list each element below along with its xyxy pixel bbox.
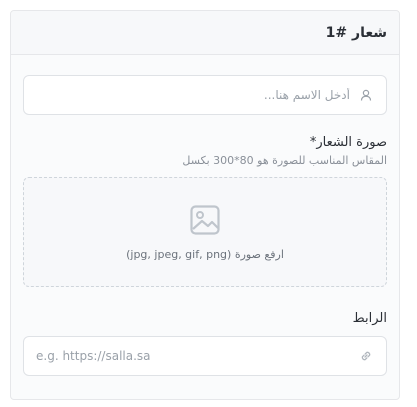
card-title: شعار #1 — [325, 24, 387, 41]
logo-upload-dropzone[interactable]: ارفع صورة (jpg, jpeg, gif, png) — [23, 177, 387, 287]
card-body: صورة الشعار* المقاس المناسب للصورة هو 80… — [11, 55, 399, 376]
logo-label: صورة الشعار* — [309, 135, 387, 150]
name-input[interactable] — [36, 88, 350, 102]
url-label: الرابط — [352, 311, 387, 326]
name-field[interactable] — [23, 75, 387, 115]
person-icon — [358, 87, 374, 103]
logo-card: شعار #1 صورة الشعار* المقاس المناسب للصو… — [10, 10, 400, 400]
card-header: شعار #1 — [11, 11, 399, 55]
upload-text: ارفع صورة (jpg, jpeg, gif, png) — [126, 247, 284, 261]
link-icon — [358, 348, 374, 364]
url-input[interactable] — [36, 349, 350, 363]
url-field[interactable] — [23, 336, 387, 376]
image-icon — [189, 204, 221, 240]
logo-hint: المقاس المناسب للصورة هو 80*300 بكسل — [182, 154, 387, 167]
